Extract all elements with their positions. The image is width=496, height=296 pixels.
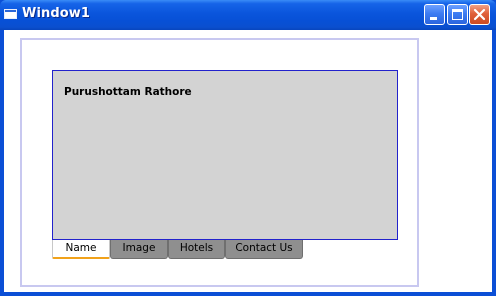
close-button[interactable]	[469, 4, 490, 25]
maximize-button[interactable]	[447, 4, 468, 25]
maximize-icon	[452, 9, 463, 20]
panel-name-text: Purushottam Rathore	[64, 86, 192, 98]
minimize-icon	[430, 17, 437, 20]
minimize-button[interactable]	[424, 4, 445, 25]
tab-content-panel: Purushottam Rathore	[52, 70, 398, 240]
tab-contact-us[interactable]: Contact Us	[225, 240, 303, 259]
tab-name[interactable]: Name	[52, 240, 110, 259]
title-bar[interactable]: Window1	[0, 0, 496, 30]
window-title: Window1	[22, 6, 91, 21]
window-client-area: Purushottam Rathore Name Image Hotels Co…	[4, 30, 492, 292]
tab-hotels[interactable]: Hotels	[168, 240, 225, 259]
app-window-icon[interactable]	[4, 9, 17, 19]
tab-image[interactable]: Image	[110, 240, 168, 259]
close-icon	[473, 8, 486, 21]
